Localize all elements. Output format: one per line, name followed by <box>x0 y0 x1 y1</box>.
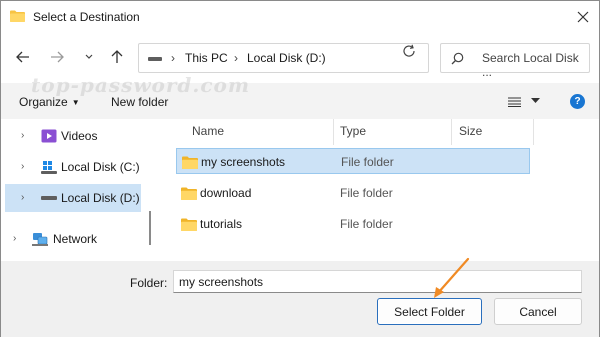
file-list: Name Type Size my screenshots File folde… <box>159 119 599 261</box>
column-header-name[interactable]: Name <box>192 124 224 138</box>
caret-down-icon: ▼ <box>71 98 80 107</box>
search-placeholder: Search Local Disk ... <box>482 51 579 79</box>
sidebar-item-network[interactable]: › Network <box>1 225 137 253</box>
close-button[interactable] <box>573 7 593 27</box>
folder-label: Folder: <box>130 276 168 290</box>
folder-icon <box>181 218 197 231</box>
caret-down-icon[interactable] <box>531 98 540 104</box>
folder-icon <box>182 156 198 169</box>
column-header-size[interactable]: Size <box>459 124 482 138</box>
sidebar-item-label: Network <box>53 232 98 246</box>
folder-icon <box>181 187 197 200</box>
file-name: tutorials <box>200 217 243 231</box>
drive-icon <box>41 196 57 200</box>
file-row-tutorials[interactable]: tutorials File folder <box>176 211 530 237</box>
sidebar-item-label: Local Disk (D:) <box>61 191 140 205</box>
folder-name-field[interactable] <box>173 270 582 293</box>
up-button[interactable] <box>107 47 127 67</box>
column-divider[interactable] <box>533 119 534 145</box>
chevron-right-icon[interactable]: › <box>21 192 24 203</box>
sidebar-item-videos[interactable]: › Videos <box>5 122 141 150</box>
file-type: File folder <box>340 217 393 231</box>
scrollbar-thumb[interactable] <box>149 211 151 245</box>
sidebar-item-local-disk-d[interactable]: › Local Disk (D:) <box>5 184 141 212</box>
breadcrumb-local-disk-d[interactable]: Local Disk (D:) <box>247 51 326 65</box>
chevron-right-icon[interactable]: › <box>21 130 24 141</box>
recent-locations-button[interactable] <box>79 47 99 67</box>
chevron-right-icon[interactable]: › <box>21 161 24 172</box>
file-row-my-screenshots[interactable]: my screenshots File folder <box>176 148 530 174</box>
file-name: my screenshots <box>201 155 286 169</box>
file-row-download[interactable]: download File folder <box>176 180 530 206</box>
drive-icon <box>148 57 162 61</box>
arrow-up-icon <box>111 50 123 63</box>
arrow-right-icon <box>51 51 64 63</box>
cancel-button[interactable]: Cancel <box>494 298 582 325</box>
breadcrumb-this-pc[interactable]: This PC <box>185 51 228 65</box>
window-title: Select a Destination <box>33 10 140 24</box>
watermark-text: top-password.com <box>31 73 251 97</box>
chevron-down-icon <box>85 54 93 59</box>
file-type: File folder <box>341 155 394 169</box>
file-type: File folder <box>340 186 393 200</box>
column-header-type[interactable]: Type <box>340 124 366 138</box>
chevron-right-icon: › <box>234 51 238 65</box>
new-folder-button[interactable]: New folder <box>111 95 168 109</box>
arrow-left-icon <box>16 51 29 63</box>
sidebar-item-local-disk-c[interactable]: › Local Disk (C:) <box>5 153 141 181</box>
select-folder-button[interactable]: Select Folder <box>377 298 482 325</box>
select-destination-dialog: Select a Destination › This PC › Local D… <box>0 0 600 337</box>
search-input[interactable]: Search Local Disk ... <box>440 43 590 79</box>
close-icon <box>577 11 589 23</box>
dialog-footer: Folder: Select Folder Cancel <box>1 261 599 337</box>
file-name: download <box>200 186 252 200</box>
column-divider[interactable] <box>451 119 452 145</box>
organize-button[interactable]: Organize ▼ <box>19 95 80 109</box>
sidebar-item-label: Videos <box>61 129 98 143</box>
title-bar: Select a Destination <box>1 1 599 33</box>
refresh-icon[interactable] <box>402 44 416 58</box>
view-options-icon[interactable] <box>508 97 521 107</box>
address-bar[interactable]: › This PC › Local Disk (D:) <box>138 43 517 73</box>
navigation-pane: › Videos › Local Disk (C:) › Local Disk … <box>1 119 159 261</box>
sidebar-item-label: Local Disk (C:) <box>61 160 140 174</box>
folder-icon <box>10 10 25 22</box>
organize-label: Organize <box>19 95 68 109</box>
chevron-right-icon[interactable]: › <box>13 233 16 244</box>
help-icon[interactable]: ? <box>570 94 585 109</box>
forward-button[interactable] <box>47 47 67 67</box>
search-icon <box>451 52 464 65</box>
network-icon <box>32 233 48 246</box>
back-button[interactable] <box>13 47 33 67</box>
windows-drive-icon <box>41 161 57 174</box>
videos-icon <box>41 129 57 143</box>
browser-pane: › Videos › Local Disk (C:) › Local Disk … <box>1 119 599 261</box>
column-divider[interactable] <box>333 119 334 145</box>
chevron-right-icon: › <box>171 51 175 65</box>
